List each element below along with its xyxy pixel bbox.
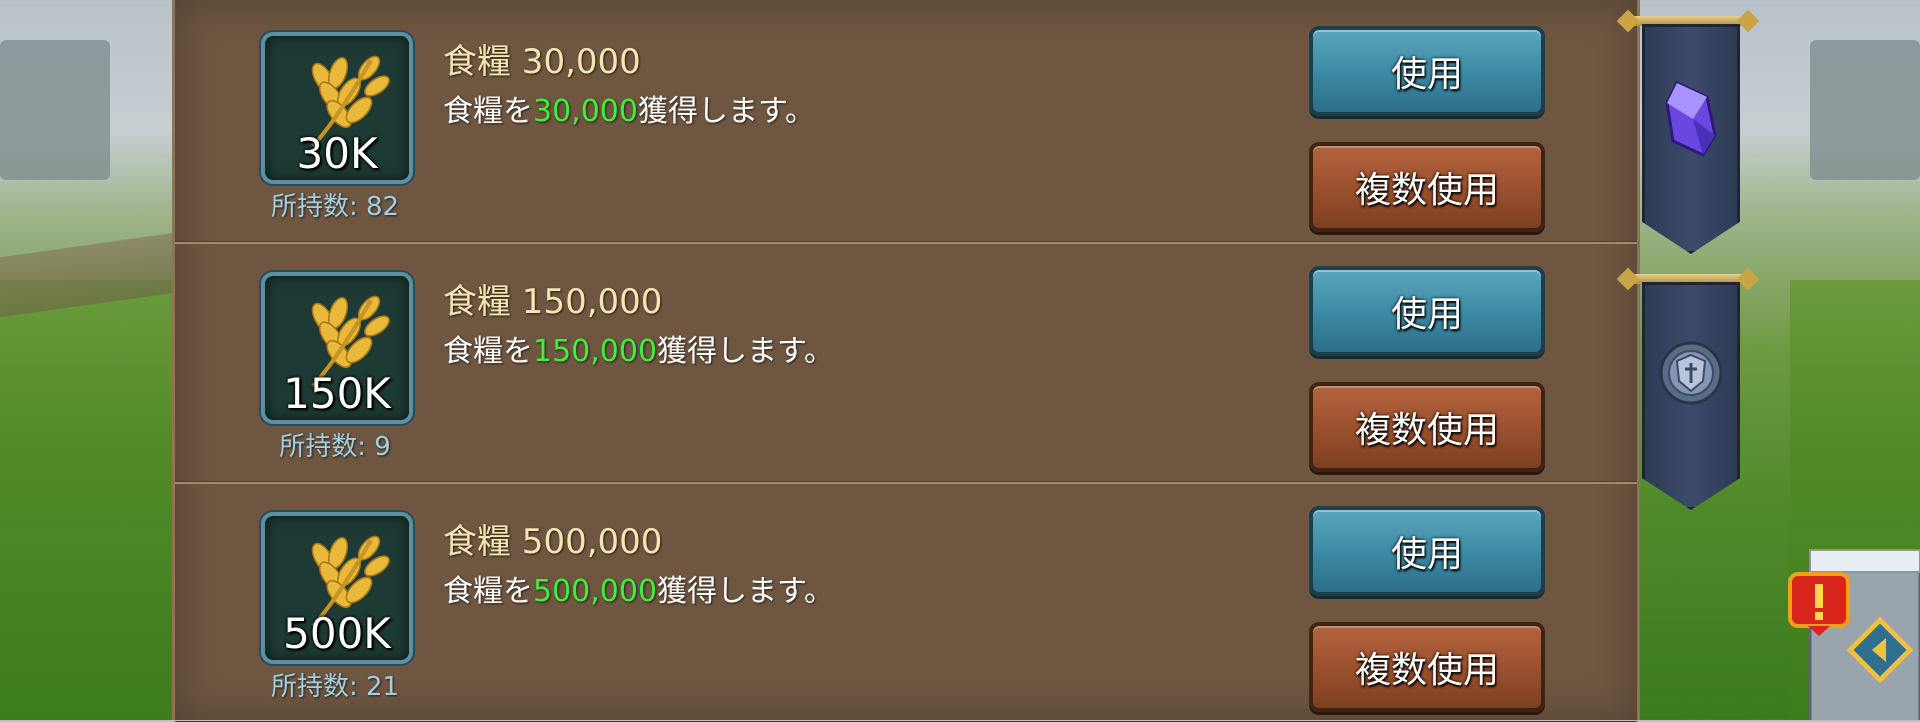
background-ruin-left (0, 40, 110, 180)
owned-count: 所持数: 9 (279, 432, 391, 462)
description-amount: 150,000 (533, 334, 658, 369)
item-amount-label: 150K (283, 369, 391, 418)
description-amount: 30,000 (533, 94, 638, 129)
item-amount-label: 30K (296, 129, 378, 178)
item-list-panel: 30K 所持数: 82 食糧 30,000 食糧を30,000獲得します。 使用… (172, 0, 1640, 720)
use-button[interactable]: 使用 (1309, 506, 1545, 596)
food-item-icon[interactable]: 30K (261, 32, 413, 184)
owned-count: 所持数: 82 (270, 192, 400, 222)
food-item-icon[interactable]: 150K (261, 272, 413, 424)
description-suffix: 獲得します。 (657, 334, 835, 369)
background-ruin-right (1810, 40, 1920, 180)
item-description: 食糧を150,000獲得します。 (443, 326, 834, 370)
item-description: 食糧を30,000獲得します。 (443, 86, 815, 130)
use-multiple-button[interactable]: 複数使用 (1309, 382, 1545, 472)
item-amount-label: 500K (283, 609, 391, 658)
gem-icon (1665, 81, 1717, 157)
owned-count: 所持数: 21 (270, 672, 400, 702)
side-tab-shield[interactable] (1642, 282, 1740, 510)
description-prefix: 食糧を (443, 574, 533, 609)
use-button[interactable]: 使用 (1309, 266, 1545, 356)
description-prefix: 食糧を (443, 94, 533, 129)
shield-icon (1659, 341, 1723, 405)
item-row: 150K 所持数: 9 食糧 150,000 食糧を150,000獲得します。 … (175, 244, 1637, 484)
use-button[interactable]: 使用 (1309, 26, 1545, 116)
item-title: 食糧 30,000 (443, 42, 641, 82)
side-tab-gems[interactable] (1642, 24, 1740, 254)
description-prefix: 食糧を (443, 334, 533, 369)
item-description: 食糧を500,000獲得します。 (443, 566, 834, 610)
item-row: 30K 所持数: 82 食糧 30,000 食糧を30,000獲得します。 使用… (175, 4, 1637, 244)
description-suffix: 獲得します。 (657, 574, 835, 609)
item-title: 食糧 150,000 (443, 282, 663, 322)
item-title: 食糧 500,000 (443, 522, 663, 562)
description-amount: 500,000 (533, 574, 658, 609)
item-row: 500K 所持数: 21 食糧 500,000 食糧を500,000獲得します。… (175, 484, 1637, 722)
use-multiple-button[interactable]: 複数使用 (1309, 142, 1545, 232)
background-field-left (0, 280, 175, 720)
alert-icon[interactable] (1786, 570, 1852, 638)
food-item-icon[interactable]: 500K (261, 512, 413, 664)
use-multiple-button[interactable]: 複数使用 (1309, 622, 1545, 712)
description-suffix: 獲得します。 (637, 94, 815, 129)
